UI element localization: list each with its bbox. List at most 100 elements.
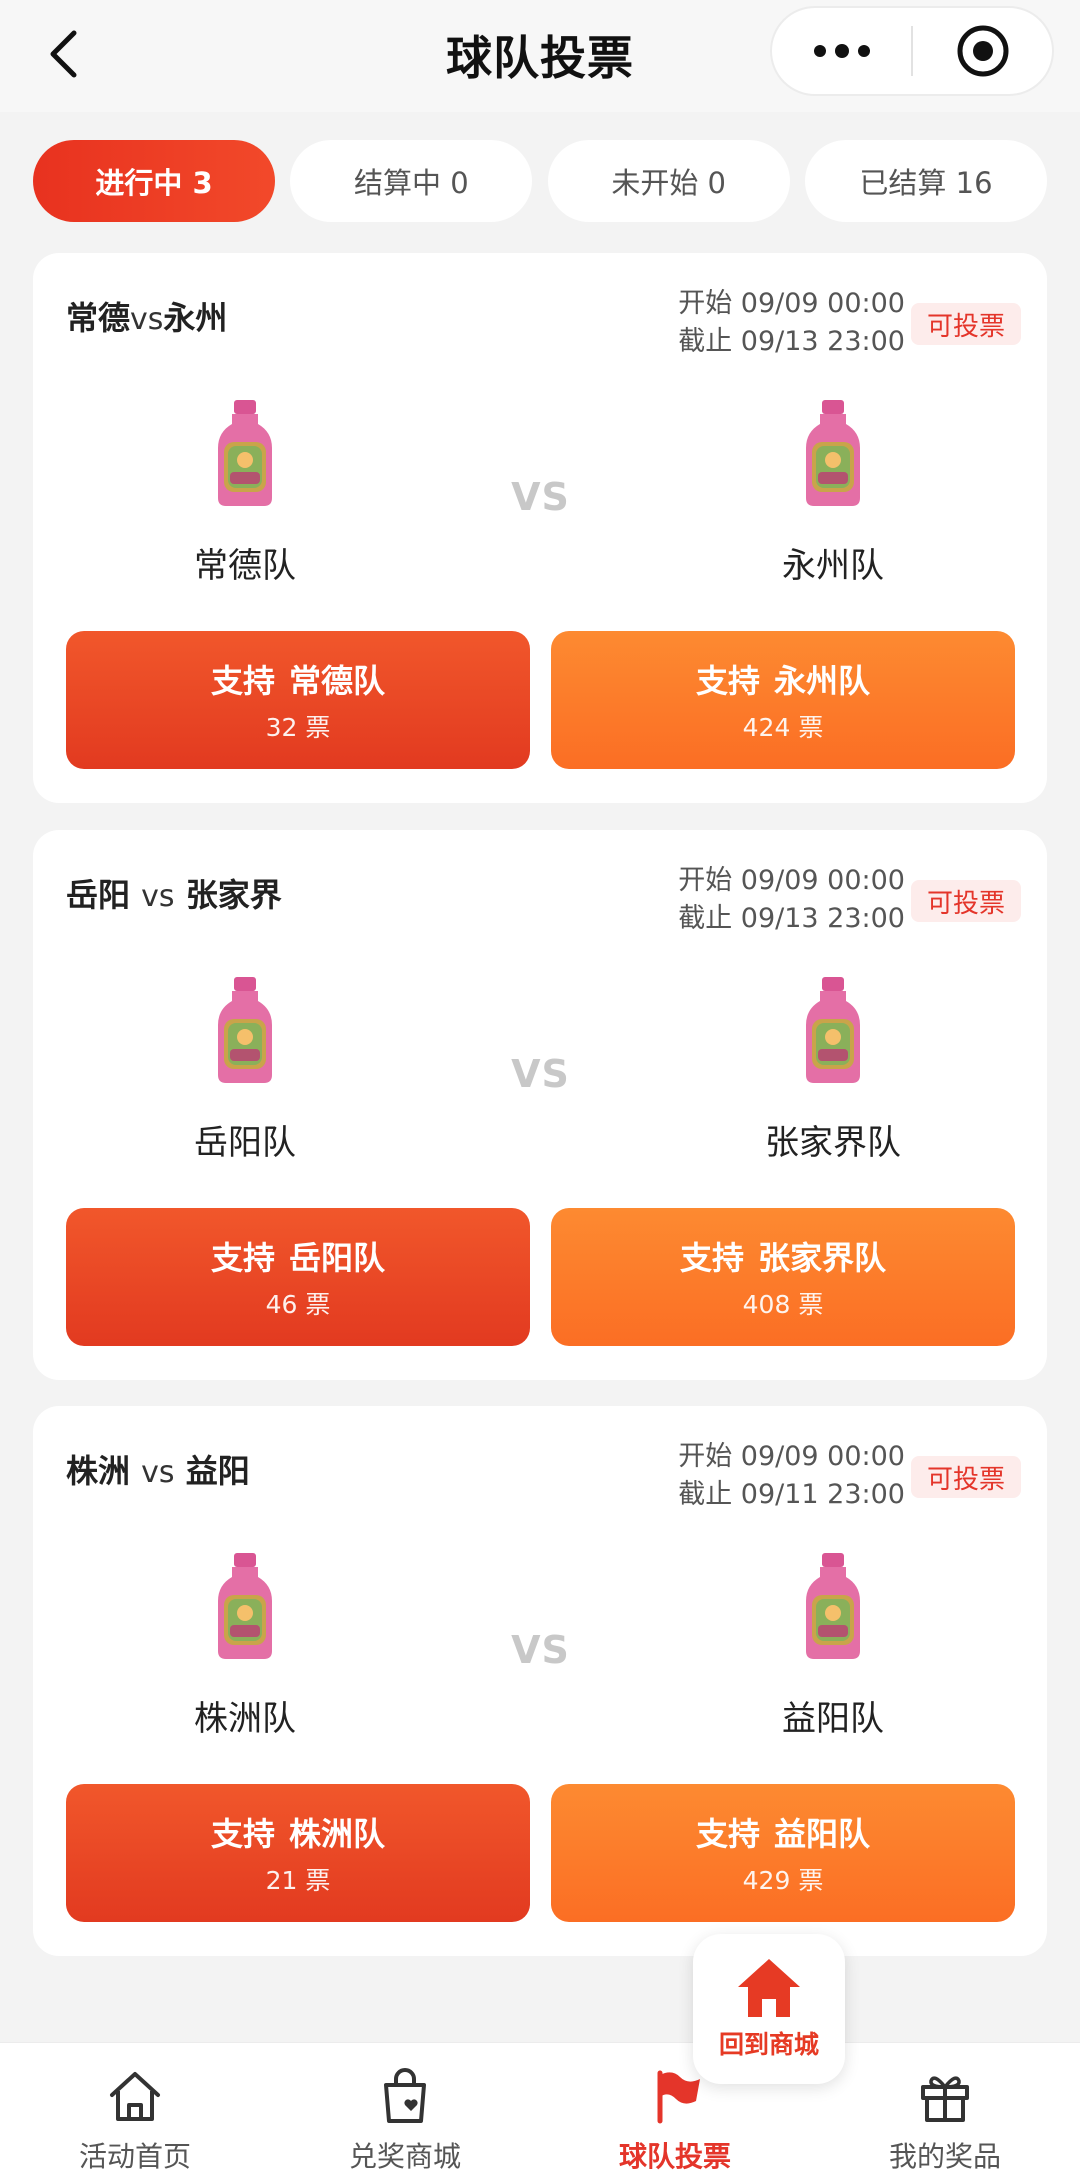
more-dots-icon bbox=[813, 44, 870, 58]
support-left-button[interactable]: 支持 常德队 32 票 bbox=[66, 631, 530, 769]
nav-label: 兑奖商城 bbox=[348, 2140, 461, 2173]
end-time: 截止 09/13 23:00 bbox=[678, 903, 905, 934]
nav-label: 活动首页 bbox=[78, 2140, 191, 2173]
tab-settling[interactable]: 结算中 0 bbox=[290, 140, 533, 222]
support-word: 支持 bbox=[210, 1815, 275, 1853]
support-team: 张家界队 bbox=[758, 1239, 887, 1277]
status-tabs: 进行中 3 结算中 0 未开始 0 已结算 16 bbox=[33, 140, 1047, 222]
vote-count: 408 票 bbox=[742, 1290, 824, 1319]
end-time: 截止 09/13 23:00 bbox=[678, 326, 905, 357]
support-word: 支持 bbox=[679, 1239, 744, 1277]
team-name: 株洲队 bbox=[194, 1699, 296, 1739]
status-badge: 可投票 bbox=[911, 303, 1021, 345]
status-badge: 可投票 bbox=[911, 880, 1021, 922]
match-title: 株洲 vs 益阳 bbox=[66, 1446, 250, 1492]
start-time: 开始 09/09 00:00 bbox=[678, 1441, 905, 1472]
support-right-button[interactable]: 支持 益阳队 429 票 bbox=[551, 1784, 1015, 1922]
match-times: 开始 09/09 00:00 截止 09/13 23:00 bbox=[678, 862, 905, 938]
vs-text: vs bbox=[141, 879, 175, 914]
nav-label: 我的奖品 bbox=[888, 2140, 1001, 2173]
support-team: 永州队 bbox=[774, 662, 871, 700]
target-icon bbox=[957, 25, 1008, 77]
left-team: 株洲队 bbox=[145, 1551, 345, 1740]
support-label: 支持 株洲队 bbox=[211, 1809, 385, 1855]
vote-count: 424 票 bbox=[742, 713, 824, 742]
away-city: 永州 bbox=[163, 299, 228, 337]
bottle-image bbox=[218, 977, 272, 1083]
home-icon bbox=[738, 1959, 800, 2017]
support-word: 支持 bbox=[695, 662, 760, 700]
support-label: 支持 益阳队 bbox=[696, 1809, 870, 1855]
vote-count: 21 票 bbox=[265, 1866, 331, 1895]
tab-in-progress[interactable]: 进行中 3 bbox=[33, 140, 275, 222]
back-to-mall-button[interactable]: 回到商城 bbox=[693, 1934, 845, 2084]
bottle-image bbox=[806, 1553, 860, 1659]
team-name: 岳阳队 bbox=[194, 1123, 296, 1163]
support-left-button[interactable]: 支持 株洲队 21 票 bbox=[66, 1784, 530, 1922]
flag-icon bbox=[657, 2070, 700, 2124]
right-team: 益阳队 bbox=[733, 1551, 933, 1740]
bottle-image bbox=[806, 400, 860, 506]
gift-icon bbox=[921, 2076, 969, 2122]
nav-item-my-prizes[interactable]: 我的奖品 bbox=[810, 2043, 1080, 2183]
support-word: 支持 bbox=[210, 1239, 275, 1277]
support-label: 支持 永州队 bbox=[696, 656, 870, 702]
support-left-button[interactable]: 支持 岳阳队 46 票 bbox=[66, 1208, 530, 1346]
right-team: 永州队 bbox=[733, 398, 933, 587]
match-times: 开始 09/09 00:00 截止 09/11 23:00 bbox=[678, 1438, 905, 1514]
match-title: 岳阳 vs 张家界 bbox=[66, 870, 282, 916]
home-city: 常德 bbox=[66, 299, 131, 337]
vs-label: VS bbox=[511, 1628, 570, 1672]
vs-text: vs bbox=[141, 1455, 175, 1490]
mini-program-capsule bbox=[770, 6, 1054, 96]
match-times: 开始 09/09 00:00 截止 09/13 23:00 bbox=[678, 285, 905, 361]
vs-text: vs bbox=[130, 302, 164, 337]
close-button[interactable] bbox=[913, 8, 1052, 94]
home-outline-icon bbox=[110, 2072, 160, 2121]
end-time: 截止 09/11 23:00 bbox=[678, 1479, 905, 1510]
start-time: 开始 09/09 00:00 bbox=[678, 865, 905, 896]
nav-label: 球队投票 bbox=[618, 2140, 731, 2173]
support-team: 益阳队 bbox=[774, 1815, 871, 1853]
support-word: 支持 bbox=[695, 1815, 760, 1853]
top-nav-bar: 球队投票 bbox=[0, 0, 1080, 112]
team-name: 常德队 bbox=[194, 546, 296, 586]
left-team: 岳阳队 bbox=[145, 975, 345, 1164]
support-team: 常德队 bbox=[289, 662, 386, 700]
home-city: 岳阳 bbox=[66, 876, 131, 914]
support-word: 支持 bbox=[210, 662, 275, 700]
vote-count: 429 票 bbox=[742, 1866, 824, 1895]
support-team: 株洲队 bbox=[289, 1815, 386, 1853]
vs-label: VS bbox=[511, 475, 570, 519]
away-city: 张家界 bbox=[185, 876, 282, 914]
bottle-image bbox=[218, 400, 272, 506]
support-label: 支持 张家界队 bbox=[680, 1233, 886, 1279]
match-card: 株洲 vs 益阳 开始 09/09 00:00 截止 09/11 23:00 可… bbox=[33, 1406, 1047, 1956]
match-title: 常德vs永州 bbox=[66, 293, 227, 339]
home-city: 株洲 bbox=[66, 1452, 131, 1490]
team-name: 益阳队 bbox=[782, 1699, 884, 1739]
nav-item-redeem-mall[interactable]: 兑奖商城 bbox=[270, 2043, 540, 2183]
back-to-mall-label: 回到商城 bbox=[718, 2030, 819, 2059]
vote-count: 46 票 bbox=[265, 1290, 331, 1319]
tab-not-started[interactable]: 未开始 0 bbox=[547, 140, 790, 222]
more-button[interactable] bbox=[772, 8, 911, 94]
shopping-bag-heart-icon bbox=[384, 2068, 426, 2123]
vote-count: 32 票 bbox=[265, 713, 331, 742]
nav-item-activity-home[interactable]: 活动首页 bbox=[0, 2043, 270, 2183]
away-city: 益阳 bbox=[185, 1452, 250, 1490]
support-team: 岳阳队 bbox=[289, 1239, 386, 1277]
support-right-button[interactable]: 支持 张家界队 408 票 bbox=[551, 1208, 1015, 1346]
bottle-image bbox=[806, 977, 860, 1083]
vs-label: VS bbox=[511, 1052, 570, 1096]
match-card: 岳阳 vs 张家界 开始 09/09 00:00 截止 09/13 23:00 … bbox=[33, 830, 1047, 1380]
status-badge: 可投票 bbox=[911, 1456, 1021, 1498]
bottom-tab-bar: 活动首页 兑奖商城 球队投票 我的奖品 bbox=[0, 2042, 1080, 2183]
right-team: 张家界队 bbox=[733, 975, 933, 1164]
support-label: 支持 岳阳队 bbox=[211, 1233, 385, 1279]
support-label: 支持 常德队 bbox=[211, 656, 385, 702]
support-right-button[interactable]: 支持 永州队 424 票 bbox=[551, 631, 1015, 769]
tab-settled[interactable]: 已结算 16 bbox=[804, 140, 1047, 222]
match-card: 常德vs永州 开始 09/09 00:00 截止 09/13 23:00 可投票… bbox=[33, 253, 1047, 803]
left-team: 常德队 bbox=[145, 398, 345, 587]
